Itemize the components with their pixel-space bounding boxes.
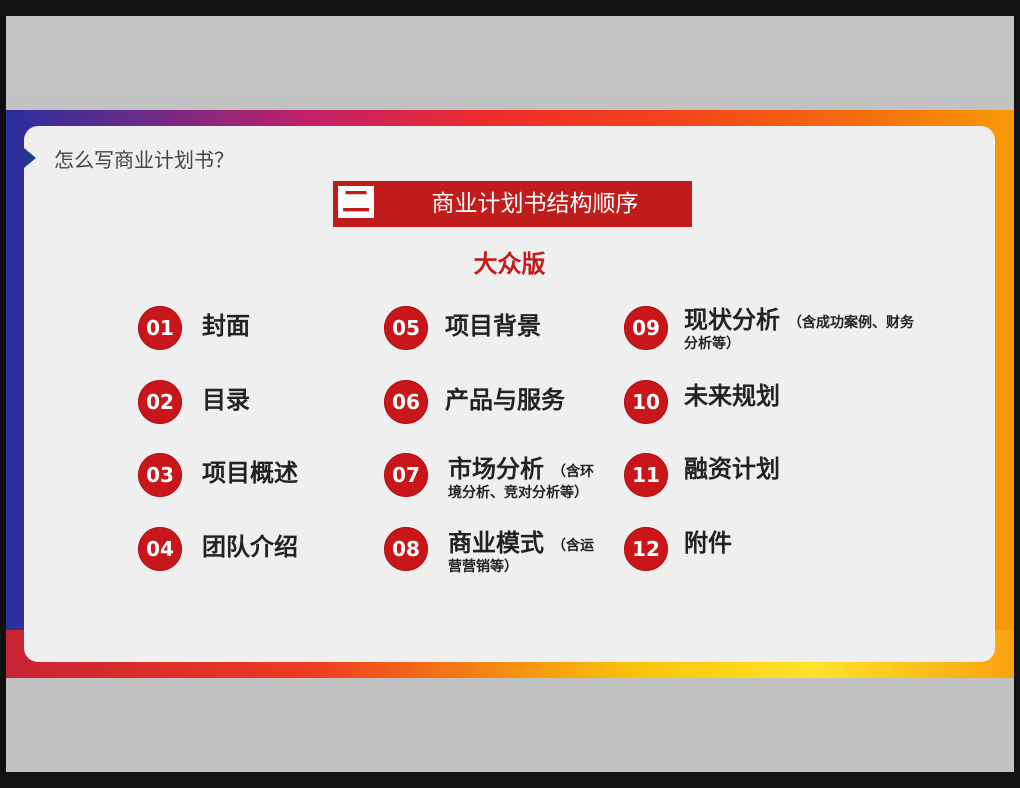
screen-area: 怎么写商业计划书？ 二 商业计划书结构顺序 大众版 01 封面 02 目录 03… <box>6 16 1014 772</box>
item-number-badge: 12 <box>624 527 668 571</box>
item-number-badge: 03 <box>138 453 182 497</box>
item-label: 项目概述 <box>202 459 298 487</box>
item-note-line1: （含成功案例、财务 <box>788 315 914 331</box>
item-number-badge: 11 <box>624 453 668 497</box>
item-label: 产品与服务 <box>445 386 565 414</box>
item-note-line2: 分析等） <box>684 336 740 352</box>
slide-card: 怎么写商业计划书？ 二 商业计划书结构顺序 大众版 01 封面 02 目录 03… <box>24 126 995 662</box>
item-label: 目录 <box>202 386 250 414</box>
item-note-line1: （含运 <box>552 538 594 554</box>
item-label: 未来规划 <box>684 382 780 410</box>
section-number: 二 <box>341 185 370 218</box>
item-number-badge: 04 <box>138 527 182 571</box>
item-number-badge: 02 <box>138 380 182 424</box>
item-label: 现状分析 <box>684 306 780 334</box>
title-arrow-icon <box>24 148 36 168</box>
item-label: 市场分析 <box>448 455 544 483</box>
item-note-line1: （含环 <box>552 464 594 480</box>
item-label: 附件 <box>684 529 732 557</box>
item-label: 封面 <box>202 312 250 340</box>
item-number-badge: 07 <box>384 453 428 497</box>
item-label: 团队介绍 <box>202 533 298 561</box>
item-number-badge: 08 <box>384 527 428 571</box>
slide-title: 怎么写商业计划书？ <box>54 148 234 172</box>
item-label: 商业模式 <box>448 529 544 557</box>
item-label: 融资计划 <box>684 455 780 483</box>
presentation-slide: 怎么写商业计划书？ 二 商业计划书结构顺序 大众版 01 封面 02 目录 03… <box>6 110 1014 678</box>
item-number-badge: 05 <box>384 306 428 350</box>
edition-label: 大众版 <box>473 250 546 278</box>
item-number-badge: 06 <box>384 380 428 424</box>
section-number-box: 二 <box>336 184 376 220</box>
item-number-badge: 01 <box>138 306 182 350</box>
item-note-line2: 境分析、竞对分析等） <box>448 485 588 501</box>
section-title: 商业计划书结构顺序 <box>431 191 639 217</box>
item-note-line2: 营营销等） <box>448 559 518 575</box>
item-number-badge: 10 <box>624 380 668 424</box>
section-header: 二 商业计划书结构顺序 <box>333 181 692 227</box>
item-number-badge: 09 <box>624 306 668 350</box>
item-label: 项目背景 <box>445 312 541 340</box>
